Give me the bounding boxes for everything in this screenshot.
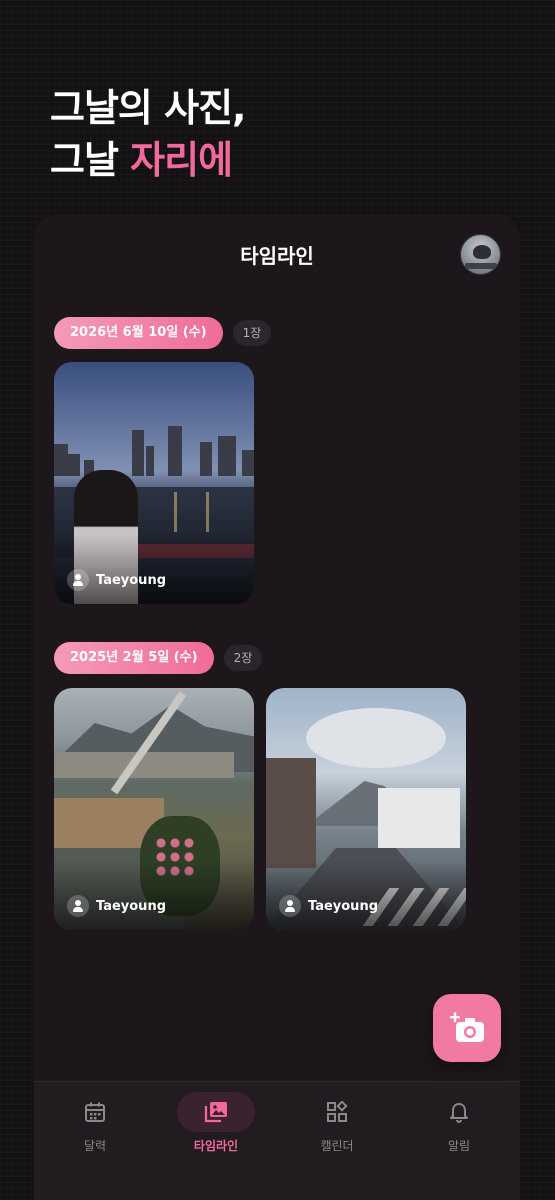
photo-card[interactable]: Taeyoung	[266, 688, 466, 930]
author-name: Taeyoung	[96, 572, 167, 588]
nav-item-widgets[interactable]: 캘린더	[276, 1082, 398, 1162]
hero-line-1: 그날의 사진,	[50, 86, 246, 130]
add-photo-camera-icon	[450, 1012, 484, 1042]
user-icon	[67, 569, 89, 591]
hero-line-2: 그날 자리에	[50, 134, 245, 186]
add-photo-button[interactable]	[433, 994, 501, 1062]
avatar-bird-shape	[473, 245, 491, 259]
page-title: 타임라인	[240, 244, 314, 268]
photo-card[interactable]: Taeyoung	[54, 362, 254, 604]
avatar-perch-shape	[465, 263, 497, 269]
photo-author: Taeyoung	[279, 895, 378, 917]
hero-line-2-accent: 자리에	[130, 138, 233, 182]
date-group-header: 2026년 6월 10일 (수) 1장	[54, 317, 272, 349]
nav-label: 달력	[83, 1139, 107, 1153]
user-icon	[279, 895, 301, 917]
calendar-icon	[85, 1102, 105, 1122]
date-pill[interactable]: 2025년 2월 5일 (수)	[54, 642, 214, 674]
author-name: Taeyoung	[96, 898, 167, 914]
photo-author: Taeyoung	[67, 895, 166, 917]
date-group-header: 2025년 2월 5일 (수) 2장	[54, 642, 263, 674]
photo-count-badge: 2장	[223, 645, 263, 671]
photo-count-badge: 1장	[232, 320, 272, 346]
photo-author: Taeyoung	[67, 569, 166, 591]
bell-icon	[450, 1103, 468, 1123]
widgets-icon	[327, 1101, 348, 1122]
nav-label: 알림	[447, 1139, 471, 1153]
nav-label: 타임라인	[193, 1139, 239, 1153]
nav-label: 캘린더	[320, 1139, 354, 1153]
nav-item-timeline[interactable]: 타임라인	[155, 1082, 277, 1162]
nav-item-calendar[interactable]: 달력	[34, 1082, 156, 1162]
timeline-header: 타임라인	[34, 214, 520, 294]
bottom-navigation: 달력 타임라인 캘린더 알림	[34, 1081, 520, 1200]
user-icon	[67, 895, 89, 917]
photo-library-icon	[204, 1102, 227, 1123]
author-name: Taeyoung	[308, 898, 379, 914]
hero-line-2-prefix: 그날	[50, 138, 131, 182]
profile-avatar[interactable]	[460, 234, 501, 275]
date-pill[interactable]: 2026년 6월 10일 (수)	[54, 317, 223, 349]
hero-headline: 그날의 사진, 그날 자리에	[50, 82, 246, 186]
photo-card[interactable]: Taeyoung	[54, 688, 254, 930]
nav-item-notifications[interactable]: 알림	[398, 1082, 520, 1162]
